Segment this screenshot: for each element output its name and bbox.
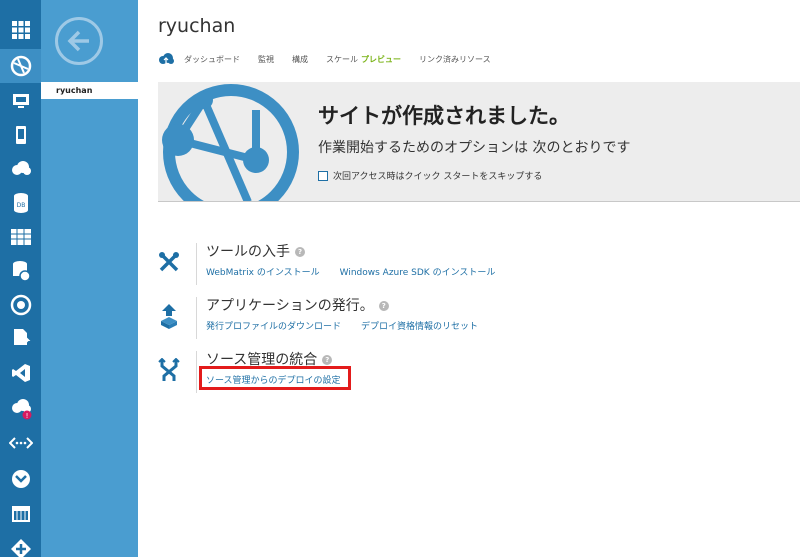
section-title-text: ソース管理の統合 [206, 352, 318, 368]
visual-studio-button[interactable] [0, 356, 41, 390]
tab-dashboard[interactable]: ダッシュボード [184, 54, 240, 65]
svg-text:DB: DB [16, 202, 25, 209]
page-title: ryuchan [158, 15, 236, 37]
help-icon[interactable]: ? [322, 355, 333, 365]
cache-icon: ! [11, 399, 31, 420]
website-globe-icon [162, 84, 299, 201]
hdinsight-icon [12, 261, 31, 282]
tab-scale-label: スケール [326, 54, 358, 64]
portal-window: DB ! ryuchan ryuchan ダッシュボード 監視 構成 スケール … [0, 0, 800, 557]
all-items-button[interactable] [0, 13, 41, 47]
skip-quickstart-label: 次回アクセス時はクイック スタートをスキップする [333, 172, 543, 182]
section-title: ソース管理の統合? [206, 349, 333, 369]
section-title: アプリケーションの発行。? [206, 295, 389, 315]
section-title: ツールの入手? [206, 241, 305, 261]
section-divider [196, 297, 197, 339]
tools-icon [159, 252, 179, 272]
section-divider [196, 351, 197, 393]
mobile-services-icon [15, 126, 26, 144]
visual-studio-icon [11, 364, 30, 382]
banner-subtitle: 作業開始するためのオプションは 次のとおりです [318, 140, 631, 156]
cache-button[interactable]: ! [0, 392, 41, 426]
media-services-icon [10, 294, 31, 316]
tab-configure[interactable]: 構成 [292, 54, 308, 65]
add-ons-icon [10, 539, 31, 557]
add-ons-button[interactable] [0, 532, 41, 557]
service-bus-button[interactable] [0, 322, 41, 356]
install-webmatrix-link[interactable]: WebMatrix のインストール [206, 268, 320, 278]
websites-icon [10, 55, 31, 77]
section-title-text: ツールの入手 [206, 244, 290, 260]
networks-icon [8, 437, 33, 449]
grid-icon [11, 21, 30, 39]
help-icon[interactable]: ? [378, 301, 389, 311]
management-services-button[interactable] [0, 497, 41, 531]
setup-deploy-from-source-control-link[interactable]: ソース管理からのデプロイの設定 [206, 376, 341, 386]
hdinsight-button[interactable] [0, 254, 41, 288]
cloud-services-icon [11, 161, 31, 175]
sql-databases-icon: DB [13, 193, 28, 213]
svg-text:!: ! [25, 412, 28, 420]
banner-title: サイトが作成されました。 [318, 104, 570, 128]
arrow-left-icon [67, 30, 89, 52]
item-list-panel: ryuchan [41, 0, 138, 557]
skip-quickstart-option: 次回アクセス時はクイック スタートをスキップする [318, 169, 542, 182]
tab-scale[interactable]: スケール プレビュー [326, 54, 401, 65]
sql-databases-button[interactable]: DB [0, 186, 41, 220]
back-button[interactable] [55, 17, 103, 65]
cloud-services-button[interactable] [0, 152, 41, 186]
tab-linked-resources[interactable]: リンク済みリソース [419, 54, 491, 65]
install-azure-sdk-link[interactable]: Windows Azure SDK のインストール [340, 268, 496, 278]
management-services-icon [11, 506, 30, 522]
main-content: ryuchan ダッシュボード 監視 構成 スケール プレビュー リンク済みリソー… [138, 0, 800, 557]
storage-button[interactable] [0, 220, 41, 254]
section-publish-icon-wrap [158, 301, 180, 331]
virtual-machines-icon [12, 94, 29, 108]
storage-icon [10, 229, 31, 245]
panel-item-ryuchan[interactable]: ryuchan [41, 82, 138, 99]
networks-button[interactable] [0, 426, 41, 460]
quick-start-cloud-icon[interactable] [158, 53, 174, 65]
virtual-machines-button[interactable] [0, 84, 41, 118]
section-links: WebMatrix のインストール Windows Azure SDK のインスト… [206, 265, 515, 278]
section-get-tools-icon-wrap [158, 247, 180, 277]
media-services-button[interactable] [0, 288, 41, 322]
source-control-icon [158, 358, 180, 381]
section-links: 発行プロファイルのダウンロード デプロイ資格情報のリセット [206, 319, 498, 332]
quick-start-banner: サイトが作成されました。 作業開始するためのオプションは 次のとおりです 次回ア… [158, 82, 800, 202]
tab-bar: ダッシュボード 監視 構成 スケール プレビュー リンク済みリソース [158, 53, 509, 65]
reset-deploy-credentials-link[interactable]: デプロイ資格情報のリセット [361, 322, 478, 332]
traffic-manager-button[interactable] [0, 462, 41, 496]
section-title-text: アプリケーションの発行。 [206, 298, 374, 314]
preview-badge: プレビュー [361, 54, 401, 64]
websites-button[interactable] [0, 49, 41, 83]
section-links: ソース管理からのデプロイの設定 [206, 373, 361, 386]
service-bus-icon [13, 329, 30, 345]
skip-quickstart-checkbox[interactable] [318, 170, 328, 181]
download-publish-profile-link[interactable]: 発行プロファイルのダウンロード [206, 322, 341, 332]
publish-icon [161, 304, 177, 329]
nav-rail: DB ! [0, 0, 41, 557]
traffic-manager-icon [11, 470, 30, 488]
help-icon[interactable]: ? [295, 247, 305, 257]
tab-monitor[interactable]: 監視 [258, 54, 274, 65]
mobile-services-button[interactable] [0, 118, 41, 152]
section-source-control-icon-wrap [158, 355, 180, 385]
section-divider [196, 243, 197, 285]
